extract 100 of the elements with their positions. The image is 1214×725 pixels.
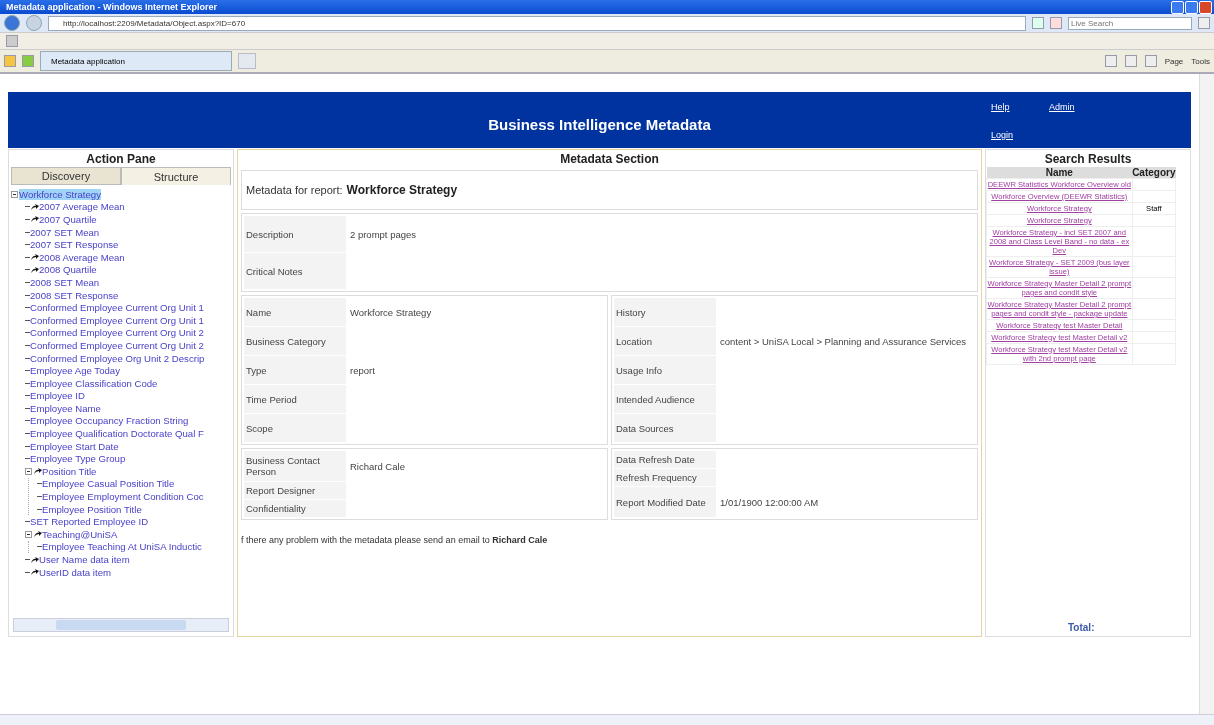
tree-connector <box>25 382 30 384</box>
tree-connector <box>25 370 30 372</box>
section-title: Metadata Section <box>559 151 660 167</box>
horizontal-scrollbar[interactable] <box>13 618 229 632</box>
tree-connector <box>25 571 30 573</box>
tree-item[interactable]: Conformed Employee Org Unit 2 Descrip <box>30 352 205 364</box>
tree-item[interactable]: Employee ID <box>30 390 85 402</box>
field-label: Confidentiality <box>244 500 346 517</box>
tree-item[interactable]: Conformed Employee Current Org Unit 1 <box>30 314 204 326</box>
command-menu[interactable]: Page <box>1164 56 1184 66</box>
tree-item[interactable]: Conformed Employee Current Org Unit 2 <box>30 339 204 351</box>
maximize-button[interactable] <box>1185 0 1198 14</box>
field-label: Scope <box>244 414 346 442</box>
tree-item[interactable]: Teaching@UniSA <box>42 528 118 540</box>
tree-item[interactable]: Employee Start Date <box>30 440 119 452</box>
tree-connector <box>25 294 30 296</box>
field-value: content > UniSA Local > Planning and Assurance Services <box>720 335 967 347</box>
tree-connector <box>37 508 42 510</box>
forward-button[interactable] <box>26 15 42 31</box>
field-label: Location <box>614 327 716 355</box>
tree-item[interactable]: UserID data item <box>39 566 111 578</box>
browser-tab[interactable]: Metadata application <box>40 51 232 71</box>
close-button[interactable] <box>1199 0 1212 14</box>
address-field[interactable]: http://localhost:2209/Metadata/Object.aspx?ID=670 <box>48 15 1026 31</box>
tree-connector <box>25 307 30 309</box>
tree-item[interactable]: Employee Teaching At UniSA Inductic <box>42 541 202 553</box>
tree-item[interactable]: Employee Employment Condition Coc <box>42 491 204 503</box>
tree-item[interactable]: Employee Qualification Doctorate Qual F <box>30 428 204 440</box>
tree-item[interactable]: Conformed Employee Current Org Unit 2 <box>30 327 204 339</box>
tree-item[interactable]: Workforce Strategy <box>19 188 101 200</box>
tree-connector <box>25 206 30 208</box>
pane-tab[interactable]: Structure <box>121 167 231 185</box>
pane-title: Search Results <box>1043 151 1133 167</box>
collapse-icon[interactable] <box>25 530 32 538</box>
field-label: Critical Notes <box>244 253 346 289</box>
tree-connector <box>25 332 30 334</box>
tree-connector <box>25 521 30 523</box>
collapse-icon[interactable] <box>25 467 32 475</box>
tree-item[interactable]: Employee Position Title <box>42 503 142 515</box>
tree-item[interactable]: 2007 SET Mean <box>30 226 100 238</box>
field-label: Usage Info <box>614 356 716 384</box>
field-value: Richard Cale <box>350 460 405 472</box>
report-heading: Metadata for report: Workforce Strategy <box>241 170 978 210</box>
contact-note: f there any problem with the metadata please send an email to Richard Cale <box>241 534 549 545</box>
tree-connector <box>25 219 30 220</box>
tree-item[interactable]: Employee Casual Position Title <box>42 478 175 490</box>
vertical-scrollbar[interactable] <box>1199 74 1214 714</box>
tree-connector <box>25 344 30 346</box>
minimize-button[interactable] <box>1171 0 1184 14</box>
back-button[interactable] <box>4 15 20 31</box>
window-title: Metadata application - Windows Internet Explorer <box>5 2 217 12</box>
horizontal-scrollbar[interactable] <box>0 714 1214 725</box>
search-field[interactable]: Live Search <box>1068 16 1192 30</box>
command-menu[interactable]: Tools <box>1191 56 1210 66</box>
field-value: Workforce Strategy <box>350 306 432 318</box>
tree-item[interactable]: Employee Name <box>30 402 101 414</box>
tree-connector <box>37 496 42 498</box>
field-value: 1/01/1900 12:00:00 AM <box>720 496 819 508</box>
tree-item[interactable]: 2007 Quartile <box>39 214 97 225</box>
tree-item[interactable]: 2008 Quartile <box>39 264 97 276</box>
tree-item[interactable]: Employee Type Group <box>30 453 126 465</box>
header-link[interactable]: Admin <box>1049 102 1109 112</box>
tree-item[interactable]: 2008 Average Mean <box>39 251 125 263</box>
site-title: Business Intelligence Metadata <box>487 114 712 133</box>
tree-connector <box>25 420 30 422</box>
tree-connector <box>25 269 30 271</box>
header-link[interactable]: Help <box>991 102 1049 112</box>
pane-tab[interactable]: Discovery <box>11 167 121 185</box>
field-label: History <box>614 298 716 326</box>
tree-item[interactable]: Position Title <box>42 465 97 477</box>
new-tab-button[interactable] <box>238 53 256 69</box>
tree-item[interactable]: SET Reported Employee ID <box>30 516 149 528</box>
field-label: Data Sources <box>614 414 716 442</box>
field-label: Intended Audience <box>614 385 716 413</box>
field-label: Name <box>244 298 346 326</box>
arrow-icon <box>33 467 42 476</box>
field-label: Business Category <box>244 327 346 355</box>
total-label: Total: <box>1067 622 1096 635</box>
tree-connector <box>25 407 30 409</box>
tree-connector <box>25 256 30 258</box>
field-value: 2 prompt pages <box>350 228 416 240</box>
tree-connector <box>25 559 30 560</box>
field-label: Business Contact Person <box>244 451 346 481</box>
collapse-icon[interactable] <box>11 190 18 198</box>
tree-item[interactable]: Employee Age Today <box>30 365 120 377</box>
tree-item[interactable]: Employee Classification Code <box>30 377 158 389</box>
tree-connector <box>25 395 30 397</box>
column-header: Category <box>1132 167 1176 179</box>
tree-connector <box>37 483 42 485</box>
tree-item[interactable]: 2007 SET Response <box>30 239 119 251</box>
header-link[interactable]: Login <box>991 130 1049 140</box>
tree-item[interactable]: User Name data item <box>39 554 130 565</box>
tree-connector <box>25 231 30 233</box>
tree-item[interactable]: Conformed Employee Current Org Unit 1 <box>30 302 204 314</box>
field-label: Description <box>244 216 346 252</box>
tree-item[interactable]: 2008 SET Mean <box>30 276 100 288</box>
tree-item[interactable]: 2007 Average Mean <box>39 201 125 213</box>
tree-item[interactable]: Employee Occupancy Fraction String <box>30 415 189 427</box>
field-label: Report Designer <box>244 482 346 499</box>
tree-item[interactable]: 2008 SET Response <box>30 289 119 301</box>
